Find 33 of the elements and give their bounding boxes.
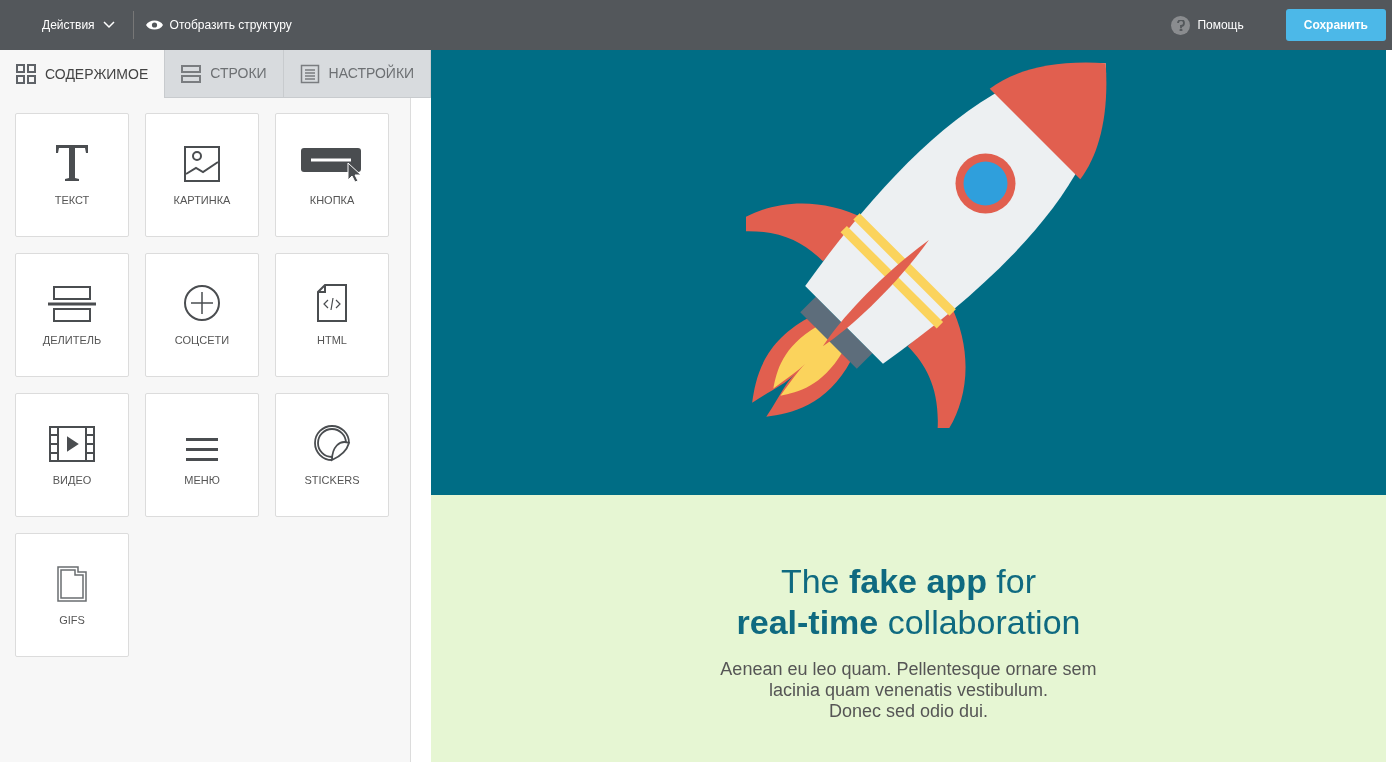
- eye-icon: [145, 19, 163, 31]
- content-block-tile[interactable]: STICKERS: [275, 393, 389, 517]
- panel-tab[interactable]: НАСТРОЙКИ: [283, 50, 432, 98]
- document-icon: [299, 63, 320, 84]
- content-block-tile[interactable]: ТЕКСТ: [15, 113, 129, 237]
- headline: The fake app for real-time collaboration: [736, 561, 1081, 643]
- panel-tab[interactable]: СТРОКИ: [165, 50, 284, 98]
- actions-menu[interactable]: Действия: [42, 16, 115, 34]
- file-icon: [57, 566, 87, 602]
- content-block-tile[interactable]: ДЕЛИТЕЛЬ: [15, 253, 129, 377]
- menu-icon: [186, 438, 218, 462]
- help-link[interactable]: Помощь: [1171, 15, 1244, 35]
- content-block-tile[interactable]: МЕНЮ: [145, 393, 259, 517]
- help-icon: [1171, 15, 1191, 35]
- film-play-icon: [49, 426, 95, 462]
- content-block-tile[interactable]: GIFS: [15, 533, 129, 657]
- structure-toggle[interactable]: Отобразить структуру: [145, 16, 292, 34]
- content-block-tile[interactable]: ВИДЕО: [15, 393, 129, 517]
- button-cursor-icon: [301, 148, 363, 182]
- serif-t-icon: [55, 144, 89, 182]
- image-icon: [184, 146, 220, 182]
- plus-circle-icon: [183, 284, 221, 322]
- rows-icon: [181, 63, 202, 84]
- sticker-icon: [313, 424, 351, 462]
- content-block-tile[interactable]: КНОПКА: [275, 113, 389, 237]
- grid-icon: [16, 64, 36, 84]
- content-block-tile[interactable]: СОЦСЕТИ: [145, 253, 259, 377]
- content-block-tile[interactable]: HTML: [275, 253, 389, 377]
- chevron-down-icon: [102, 21, 115, 29]
- divider-icon: [48, 286, 96, 322]
- code-file-icon: [317, 284, 347, 322]
- content-block-tile[interactable]: КАРТИНКА: [145, 113, 259, 237]
- body-text: Aenean eu leo quam. Pellentesque ornare sem lacinia quam venenatis vestibulum. Donec sed odio dui.: [720, 659, 1097, 722]
